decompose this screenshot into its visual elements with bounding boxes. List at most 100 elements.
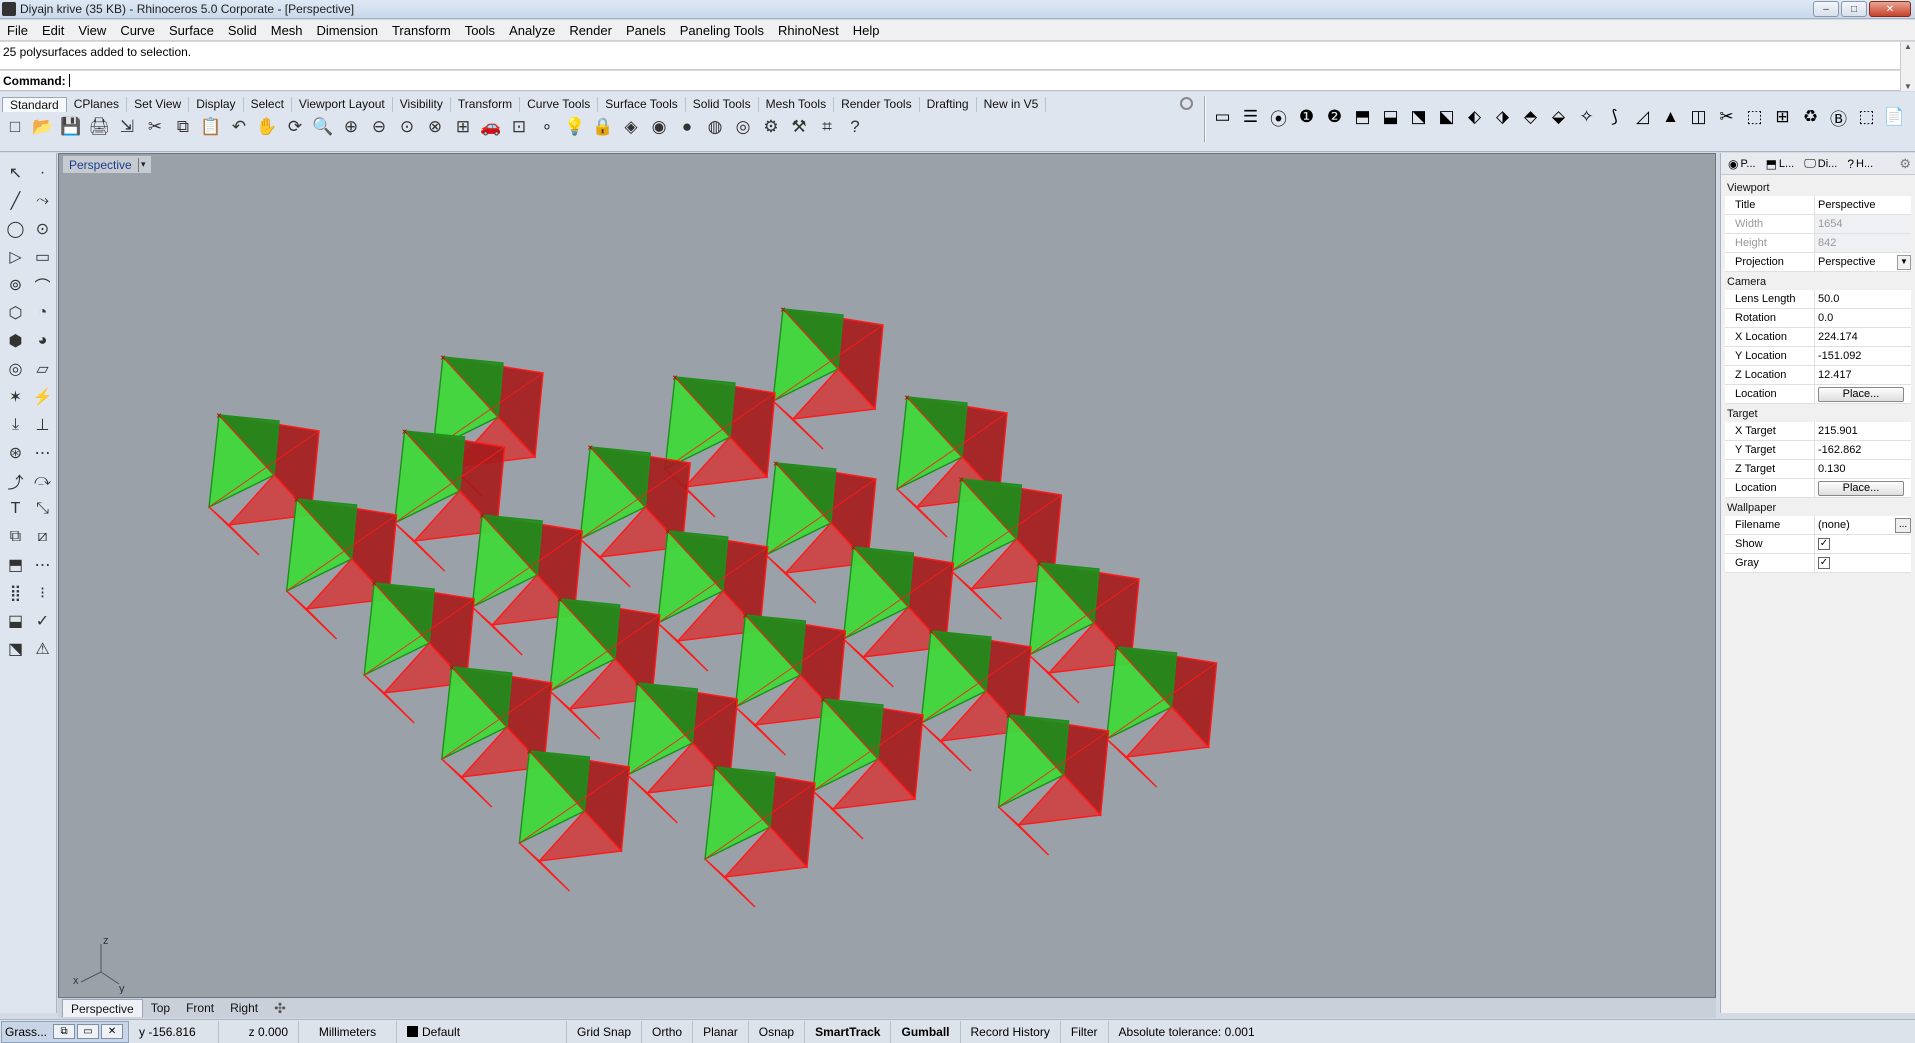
toolbar-tab-display[interactable]: Display (189, 97, 244, 112)
left-tool-35-icon[interactable]: ⚠ (29, 635, 56, 663)
plugin-tool-4-icon[interactable]: ❷ (1322, 102, 1347, 132)
record-history-toggle[interactable]: Record History (961, 1020, 1061, 1043)
plugin-tool-19-icon[interactable]: ⬚ (1742, 102, 1767, 132)
light-bulb-icon[interactable]: 💡 (562, 114, 588, 140)
polysurface-geometry[interactable]: × × × × × × × × × × × × × × × × × × × × × × × × × (59, 154, 1716, 998)
menu-mesh[interactable]: Mesh (264, 23, 310, 38)
prop-value-z-target[interactable]: 0.130 (1815, 460, 1911, 478)
cut-icon[interactable]: ✂ (142, 114, 168, 140)
filter-toggle[interactable]: Filter (1061, 1020, 1109, 1043)
plugin-tool-22-icon[interactable]: Ⓑ (1826, 102, 1851, 132)
left-tool-18-icon[interactable]: ⤓ (2, 411, 29, 439)
shaded-sphere-icon[interactable]: ◍ (702, 114, 728, 140)
toolbar-gear-icon[interactable] (1180, 97, 1193, 110)
plugin-tool-21-icon[interactable]: ♻ (1798, 102, 1823, 132)
render-sphere-icon[interactable]: ● (674, 114, 700, 140)
left-tool-20-icon[interactable]: ⊛ (2, 439, 29, 467)
scroll-up-icon[interactable]: ▲ (1904, 42, 1912, 51)
close-small-button[interactable]: ✕ (101, 1024, 124, 1039)
add-viewport-tab-icon[interactable]: ✣ (266, 999, 294, 1017)
plugin-tool-8-icon[interactable]: ⬕ (1434, 102, 1459, 132)
cplane-icon[interactable]: ⊡ (506, 114, 532, 140)
left-tool-9-icon[interactable]: ⌒ (29, 271, 56, 299)
paste-icon[interactable]: 📋 (198, 114, 224, 140)
toolbar-tab-select[interactable]: Select (244, 97, 292, 112)
left-tool-32-icon[interactable]: ⬓ (2, 607, 29, 635)
zoom-selected-icon[interactable]: ⊙ (394, 114, 420, 140)
left-tool-26-icon[interactable]: ⧉ (2, 523, 29, 551)
open-icon[interactable]: 📂 (30, 114, 56, 140)
prop-value-projection[interactable]: Perspective ▼ (1815, 253, 1911, 271)
help-icon[interactable]: ? (842, 114, 868, 140)
menu-help[interactable]: Help (846, 23, 887, 38)
prop-value-show[interactable]: ✓ (1815, 535, 1911, 553)
menu-paneling-tools[interactable]: Paneling Tools (673, 23, 771, 38)
plugin-tool-14-icon[interactable]: ⟆ (1602, 102, 1627, 132)
toolbar-tab-set-view[interactable]: Set View (127, 97, 190, 112)
left-tool-13-icon[interactable]: ◕ (29, 327, 56, 355)
toolbar-tab-new-in-v5[interactable]: New in V5 (977, 97, 1047, 112)
plugin-tool-11-icon[interactable]: ⬘ (1518, 102, 1543, 132)
prop-value-rotation[interactable]: 0.0 (1815, 309, 1911, 327)
prop-value-y-location[interactable]: -151.092 (1815, 347, 1911, 365)
menu-solid[interactable]: Solid (221, 23, 264, 38)
zoom-window-icon[interactable]: ⊕ (338, 114, 364, 140)
prop-value-x-target[interactable]: 215.901 (1815, 422, 1911, 440)
zoom-all-icon[interactable]: ⊗ (422, 114, 448, 140)
viewport-title[interactable]: Perspective ▾ (63, 156, 151, 173)
viewport-tab-front[interactable]: Front (178, 999, 222, 1017)
plugin-tool-7-icon[interactable]: ⬔ (1406, 102, 1431, 132)
toolbar-tab-curve-tools[interactable]: Curve Tools (520, 97, 599, 112)
prop-value-z-location[interactable]: 12.417 (1815, 366, 1911, 384)
left-tool-27-icon[interactable]: ⧄ (29, 523, 56, 551)
plugin-tool-16-icon[interactable]: ▲ (1658, 102, 1683, 132)
osnap-toggle[interactable]: Osnap (749, 1020, 806, 1043)
left-tool-34-icon[interactable]: ⬔ (2, 635, 29, 663)
current-layer[interactable]: Default (397, 1020, 568, 1043)
toolbar-tab-drafting[interactable]: Drafting (920, 97, 977, 112)
four-viewports-icon[interactable]: ⊞ (450, 114, 476, 140)
restore-button[interactable]: ⧉ (53, 1024, 76, 1039)
menu-analyze[interactable]: Analyze (502, 23, 562, 38)
toolbar-tab-viewport-layout[interactable]: Viewport Layout (292, 97, 393, 112)
place-button[interactable]: Place... (1818, 386, 1904, 402)
ortho-toggle[interactable]: Ortho (642, 1020, 694, 1043)
grid-snap-icon[interactable]: ⌗ (814, 114, 840, 140)
plugin-tool-17-icon[interactable]: ◫ (1686, 102, 1711, 132)
rhino-app-icon[interactable] (2, 2, 16, 16)
toolbar-tab-surface-tools[interactable]: Surface Tools (598, 97, 686, 112)
undo-icon[interactable]: ↶ (226, 114, 252, 140)
prop-value-lens-length[interactable]: 50.0 (1815, 290, 1911, 308)
menu-panels[interactable]: Panels (619, 23, 673, 38)
plugin-tool-25-icon[interactable]: 🖹 (1910, 102, 1915, 132)
close-button[interactable]: ✕ (1869, 1, 1911, 17)
panel-tab-0[interactable]: ◉ P... (1725, 156, 1759, 172)
left-tool-11-icon[interactable]: ◔ (29, 299, 56, 327)
prop-value-location[interactable]: Place... (1815, 385, 1911, 403)
left-tool-16-icon[interactable]: ✶ (2, 383, 29, 411)
import-icon[interactable]: ⇲ (114, 114, 140, 140)
smarttrack-toggle[interactable]: SmartTrack (805, 1020, 892, 1043)
panel-tab-3[interactable]: ? H... (1844, 156, 1876, 172)
toolbar-tab-render-tools[interactable]: Render Tools (834, 97, 920, 112)
plugin-tool-9-icon[interactable]: ⬖ (1462, 102, 1487, 132)
save-icon[interactable]: 💾 (58, 114, 84, 140)
options-icon[interactable]: ⚙ (758, 114, 784, 140)
prop-value-filename[interactable]: (none)... (1815, 516, 1911, 534)
minimize-button[interactable]: – (1813, 1, 1839, 17)
left-tool-0-icon[interactable]: ↖ (2, 159, 29, 187)
prop-value-height[interactable]: 842 (1815, 234, 1911, 252)
plugin-tool-18-icon[interactable]: ✂ (1714, 102, 1739, 132)
plugin-tool-12-icon[interactable]: ⬙ (1546, 102, 1571, 132)
viewport-tab-top[interactable]: Top (143, 999, 178, 1017)
perspective-viewport[interactable]: × × × × × × × × × × × × × × × × × × × × × × × × × Perspective ▾ … (58, 153, 1716, 998)
zoom-icon[interactable]: 🔍 (310, 114, 336, 140)
left-tool-14-icon[interactable]: ◎ (2, 355, 29, 383)
panel-tab-1[interactable]: ⬒ L... (1763, 156, 1798, 172)
rendered-sphere-icon[interactable]: ◎ (730, 114, 756, 140)
left-tool-31-icon[interactable]: ⁝ (29, 579, 56, 607)
plugin-tool-15-icon[interactable]: ◿ (1630, 102, 1655, 132)
browse-filename-button[interactable]: ... (1895, 517, 1911, 533)
plugin-tool-0-icon[interactable]: ▭ (1210, 102, 1235, 132)
material-icon[interactable]: ◈ (618, 114, 644, 140)
